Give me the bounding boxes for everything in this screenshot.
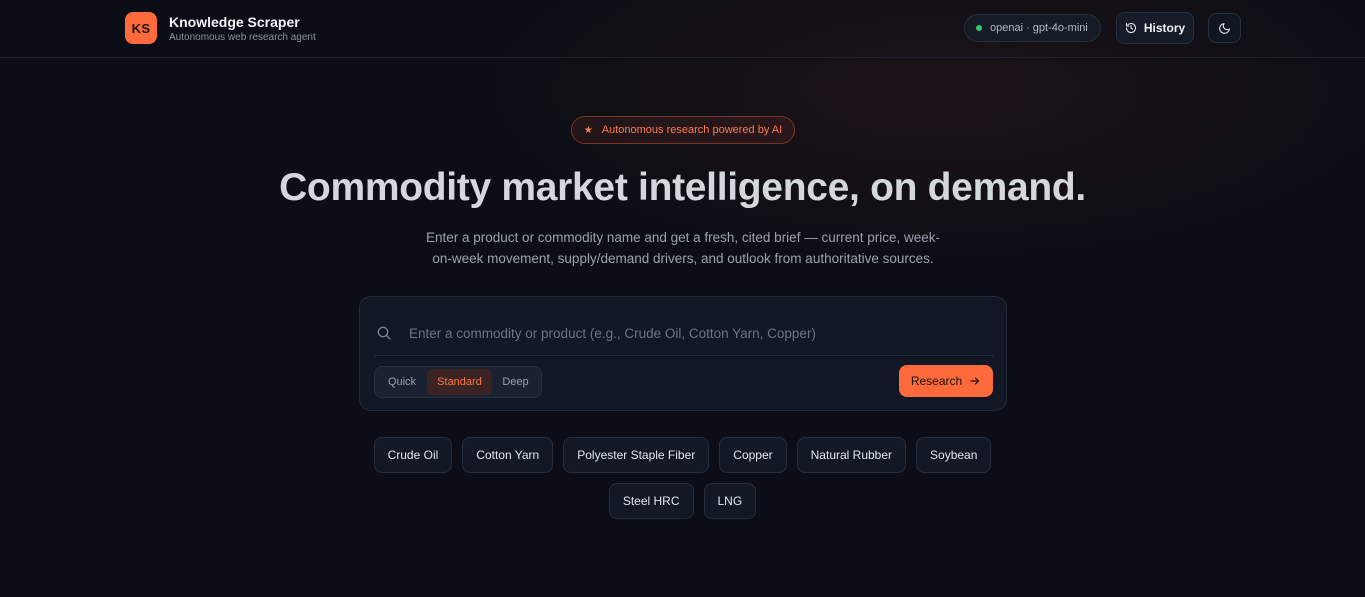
moon-icon — [1219, 22, 1230, 34]
app-title: Knowledge Scraper — [169, 13, 300, 30]
suggestion-chip-cotton-yarn[interactable]: Cotton Yarn — [462, 437, 554, 473]
research-button[interactable]: Research — [899, 365, 993, 397]
arrow-right-icon — [970, 377, 980, 385]
history-icon — [1125, 22, 1136, 34]
model-status-badge: openai · gpt-4o-mini — [964, 14, 1101, 42]
search-input[interactable] — [409, 318, 994, 348]
suggestion-chip-natural-rubber[interactable]: Natural Rubber — [796, 437, 907, 473]
research-button-label: Research — [910, 374, 963, 388]
star-icon: ★ — [583, 124, 593, 136]
history-button[interactable]: History — [1116, 12, 1194, 44]
suggestion-chip-copper[interactable]: Copper — [719, 437, 787, 473]
depth-option-quick[interactable]: Quick — [377, 369, 427, 395]
search-icon — [377, 326, 391, 340]
suggestion-chips: Crude Oil Cotton Yarn Polyester Staple F… — [0, 437, 1365, 529]
app-subtitle: Autonomous web research agent — [169, 31, 316, 43]
suggestion-row: Steel HRC LNG — [0, 483, 1365, 519]
page-description: Enter a product or commodity name and ge… — [426, 230, 940, 266]
hero-badge-label: Autonomous research powered by AI — [601, 124, 783, 136]
search-row — [374, 311, 994, 356]
top-bar: KS Knowledge Scraper Autonomous web rese… — [0, 0, 1365, 58]
page-title: Commodity market intelligence, on demand… — [279, 166, 1086, 209]
depth-option-deep[interactable]: Deep — [492, 369, 539, 395]
brand-text: Knowledge Scraper Autonomous web researc… — [169, 13, 316, 44]
suggestion-chip-steel-hrc[interactable]: Steel HRC — [608, 483, 694, 519]
suggestion-chip-polyester-staple-fiber[interactable]: Polyester Staple Fiber — [563, 437, 710, 473]
depth-selector: Quick Standard Deep — [374, 366, 542, 398]
suggestion-row: Crude Oil Cotton Yarn Polyester Staple F… — [0, 437, 1365, 473]
suggestion-chip-crude-oil[interactable]: Crude Oil — [373, 437, 453, 473]
history-label: History — [1143, 21, 1186, 35]
hero-badge: ★ Autonomous research powered by AI — [571, 116, 795, 144]
suggestion-chip-soybean[interactable]: Soybean — [916, 437, 992, 473]
suggestion-chip-lng[interactable]: LNG — [703, 483, 757, 519]
theme-toggle-button[interactable] — [1208, 13, 1241, 43]
status-dot-icon — [976, 25, 982, 31]
depth-option-standard[interactable]: Standard — [427, 369, 492, 395]
search-card: Quick Standard Deep Research — [359, 296, 1007, 411]
model-status-label: openai · gpt-4o-mini — [990, 22, 1088, 34]
app-logo: KS — [125, 12, 157, 44]
brand[interactable]: KS Knowledge Scraper Autonomous web rese… — [125, 12, 316, 44]
